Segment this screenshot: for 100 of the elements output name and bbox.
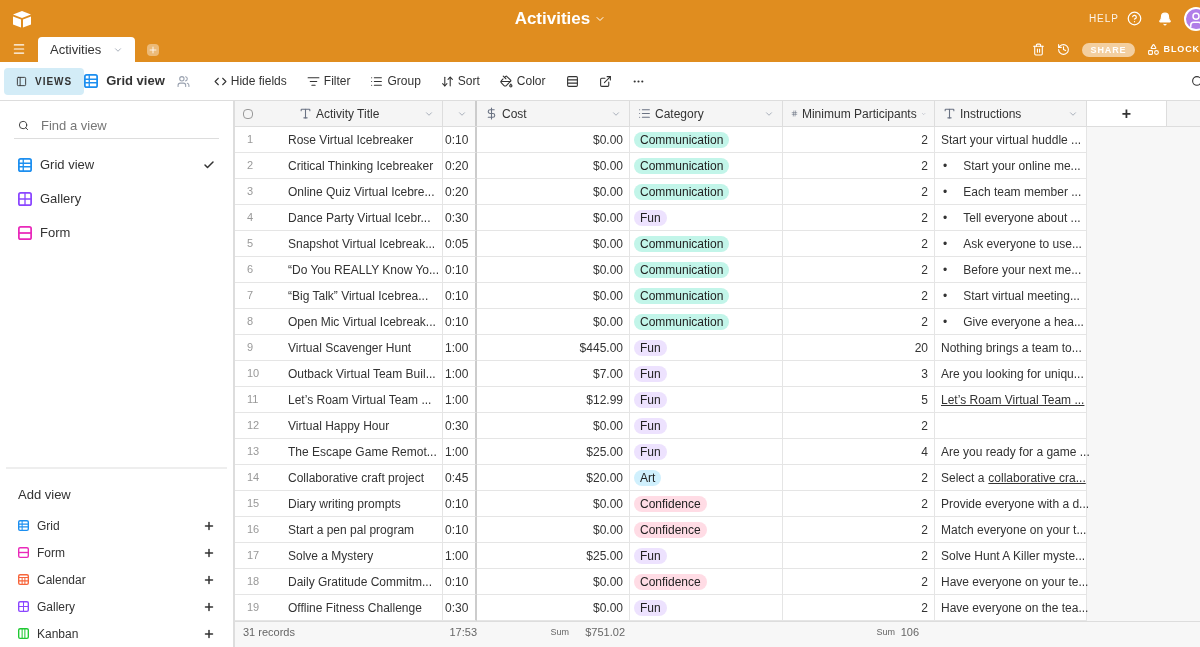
add-view-item[interactable]: Form [18, 539, 215, 566]
table-cell-text: Diary writing prompts [288, 495, 401, 513]
table-cell-text: Provide everyone with a d... [941, 495, 1090, 513]
add-view-item[interactable]: Grid [18, 512, 215, 539]
bullet-marker: • [943, 261, 948, 279]
view-item[interactable]: Gallery [6, 185, 227, 213]
table-cell-text: $0.00 [592, 417, 623, 435]
grid-view-icon [84, 74, 99, 88]
column-header[interactable]: Minimum Participants [783, 101, 935, 126]
column-header[interactable]: Activity Title [235, 101, 443, 126]
history-icon[interactable] [1057, 43, 1071, 56]
bullet-marker: • [943, 183, 948, 201]
table-cell-text: Let’s Roam Virtual Team ... [288, 391, 432, 409]
row-number: 1 [246, 132, 255, 148]
views-button[interactable]: VIEWS [4, 67, 85, 95]
bullet-marker: • [943, 157, 948, 175]
select-all-checkbox[interactable] [243, 108, 253, 119]
table-cell-text: 0:10 [445, 573, 469, 591]
share-view-icon[interactable] [598, 74, 612, 88]
toolbar-button[interactable]: Color [499, 72, 546, 90]
row-number: 15 [246, 496, 261, 512]
row-number: 8 [246, 314, 255, 330]
row-number: 12 [246, 418, 261, 434]
view-item[interactable]: Form [6, 219, 227, 247]
search-icon[interactable] [1191, 74, 1200, 88]
category-tag: Fun [634, 365, 667, 382]
table-cell-text: 0:20 [445, 183, 469, 201]
current-view-name[interactable]: Grid view [106, 71, 165, 91]
add-view-item[interactable]: Gallery [18, 593, 215, 620]
add-view-item[interactable]: Kanban [18, 620, 215, 647]
bullet-marker: • [943, 287, 948, 305]
column-header[interactable]: Category [630, 101, 783, 126]
table-cell-text: Have everyone on your te... [941, 573, 1089, 591]
table-cell-text: $20.00 [586, 469, 623, 487]
field-type-icon [638, 107, 651, 120]
table-cell-text: 1:00 [445, 339, 469, 357]
table-tab[interactable]: Activities [38, 37, 136, 62]
table-cell-text: Daily Gratitude Commitm... [288, 573, 433, 591]
category-tag: Fun [634, 391, 667, 408]
toolbar-button[interactable]: Group [370, 72, 421, 90]
row-height-icon[interactable] [565, 74, 579, 88]
field-type-icon [791, 107, 798, 120]
plus-icon [203, 627, 215, 640]
search-icon [18, 120, 29, 131]
help-icon[interactable] [1127, 11, 1142, 26]
row-number: 9 [246, 340, 255, 356]
table-cell-text: 0:45 [445, 469, 469, 487]
blocks-icon[interactable] [1146, 43, 1160, 56]
add-table-button[interactable] [147, 44, 160, 56]
plus-icon [203, 546, 215, 559]
category-tag: Communication [634, 157, 730, 174]
gallery-view-icon [18, 192, 32, 206]
view-item[interactable]: Grid view [6, 151, 227, 179]
trash-icon[interactable] [1032, 43, 1046, 56]
table-cell-text: Are you ready for a game ... [941, 443, 1090, 461]
people-icon[interactable] [176, 74, 190, 88]
table-cell-text: 1:00 [445, 443, 469, 461]
table-cell-text: 0:20 [445, 157, 469, 175]
table-cell-text: $25.00 [586, 443, 623, 461]
table-cell-text: Outback Virtual Team Buil... [288, 365, 436, 383]
table-cell-text: Critical Thinking Icebreaker [288, 157, 434, 175]
row-number: 19 [246, 600, 261, 616]
table-cell-text: 0:10 [445, 287, 469, 305]
calendar-view-icon [18, 574, 29, 585]
menu-icon[interactable] [12, 42, 26, 56]
grid-view-icon [18, 158, 32, 172]
link[interactable]: collaborative cra... [988, 468, 1086, 487]
column-header[interactable]: Cost [477, 101, 630, 126]
add-view-item[interactable]: Calendar [18, 566, 215, 593]
summary-label: Sum [875, 625, 895, 639]
table-cell-text: $0.00 [592, 131, 623, 149]
table-cell-text: The Escape Game Remot... [288, 443, 437, 461]
category-tag: Communication [634, 287, 730, 304]
table-cell-text: Match everyone on your t... [941, 521, 1087, 539]
table-cell-text: 2 [921, 131, 928, 149]
table-cell-text: Start your virtual huddle ... [941, 131, 1082, 149]
row-number: 13 [246, 444, 261, 460]
table-cell-text: Collaborative craft project [288, 469, 425, 487]
table-cell-text: 20 [914, 339, 928, 357]
table-cell-text: “Big Talk” Virtual Icebrea... [288, 287, 429, 305]
toolbar-button[interactable]: Filter [306, 72, 351, 90]
row-number: 16 [246, 522, 261, 538]
add-field-button[interactable]: + [1087, 101, 1167, 126]
notifications-icon[interactable] [1158, 11, 1172, 26]
find-view-field[interactable]: Find a view [41, 115, 191, 136]
table-cell-text: 2 [921, 209, 928, 227]
table-cell-text: 3 [921, 365, 928, 383]
row-number: 3 [246, 184, 255, 200]
summary-value: 106 [899, 625, 919, 641]
summary-value: 17:53 [448, 625, 477, 641]
form-view-icon [18, 547, 29, 558]
plus-icon [203, 573, 215, 586]
row-number: 7 [246, 288, 255, 304]
row-number: 14 [246, 470, 261, 486]
category-tag: Confidence [634, 573, 707, 590]
toolbar-button[interactable]: Sort [440, 72, 480, 90]
table-cell-text: 0:05 [445, 235, 469, 253]
toolbar-button[interactable]: Hide fields [213, 72, 287, 90]
table-cell-text: 1:00 [445, 547, 469, 565]
row-number: 5 [246, 236, 255, 252]
